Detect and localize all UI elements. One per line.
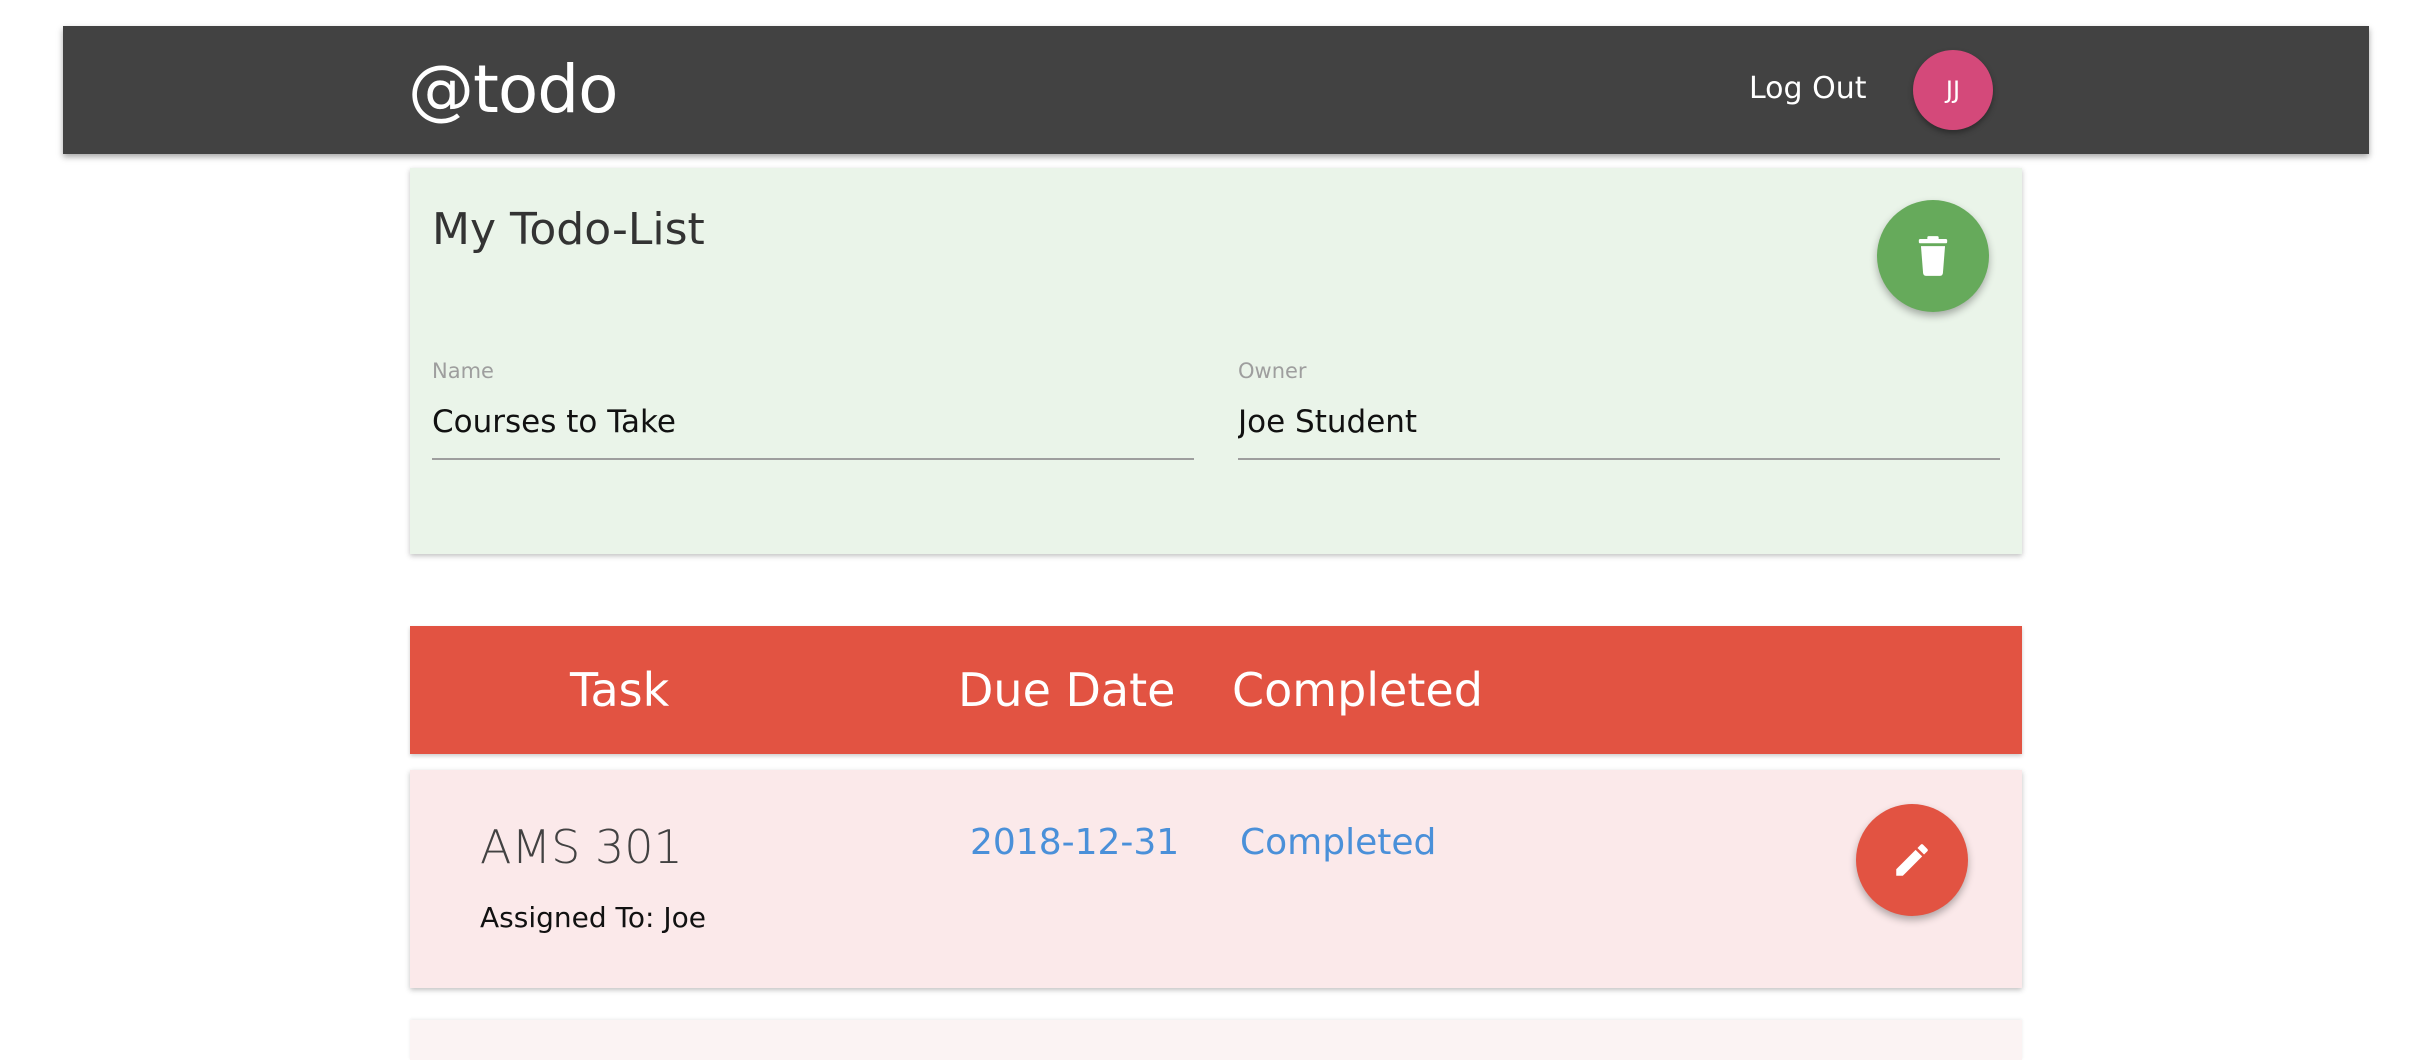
item-due-date: 2018-12-31 — [970, 822, 1180, 863]
logout-link[interactable]: Log Out — [1749, 69, 1867, 109]
page-title: My Todo-List — [432, 204, 705, 255]
owner-label: Owner — [1238, 359, 1307, 383]
name-label: Name — [432, 359, 494, 383]
brand-logo[interactable]: @todo — [408, 54, 619, 126]
items-header: Task Due Date Completed — [410, 626, 2022, 754]
header-due-date[interactable]: Due Date — [958, 662, 1175, 718]
owner-field: Owner — [1238, 358, 2000, 460]
user-avatar[interactable]: JJ — [1913, 50, 1993, 130]
item-task-name: AMS 301 — [480, 820, 683, 874]
name-field: Name — [432, 358, 1194, 460]
delete-list-button[interactable] — [1877, 200, 1989, 312]
trash-icon — [1918, 236, 1948, 276]
header-task[interactable]: Task — [570, 662, 669, 718]
owner-input[interactable] — [1238, 404, 2000, 460]
header-completed[interactable]: Completed — [1232, 662, 1483, 718]
list-details-card: My Todo-List Name Owner — [410, 168, 2022, 554]
item-status: Completed — [1240, 822, 1437, 863]
list-item[interactable] — [410, 1020, 2022, 1060]
list-item[interactable]: AMS 301 Assigned To: Joe 2018-12-31 Comp… — [410, 770, 2022, 988]
item-assigned-to: Assigned To: Joe — [480, 901, 706, 934]
name-input[interactable] — [432, 404, 1194, 460]
edit-item-button[interactable] — [1856, 804, 1968, 916]
navbar: @todo Log Out JJ — [63, 26, 2369, 154]
pencil-icon — [1896, 844, 1928, 876]
